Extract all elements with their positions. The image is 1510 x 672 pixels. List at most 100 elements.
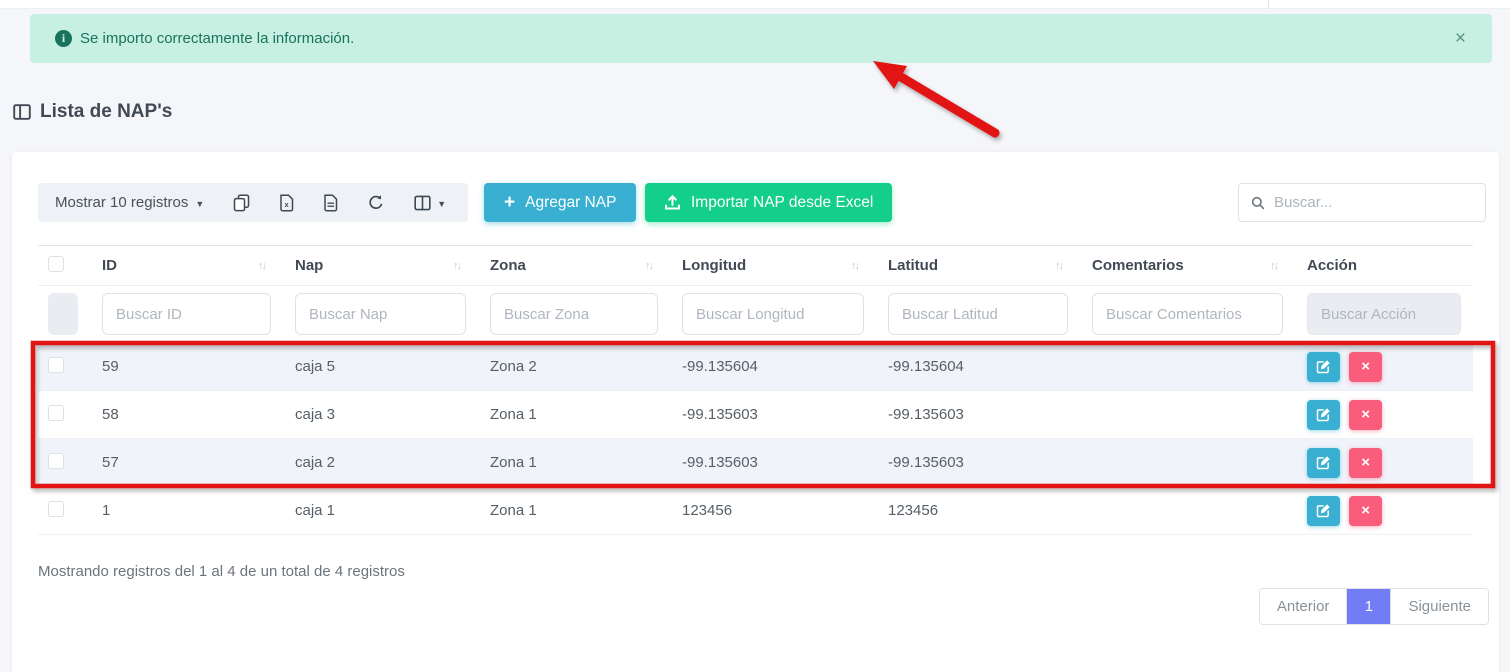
- cell-id: 57: [90, 439, 283, 487]
- cell-id: 59: [90, 343, 283, 391]
- import-nap-button[interactable]: Importar NAP desde Excel: [645, 183, 892, 222]
- column-visibility-button[interactable]: ▼: [414, 195, 446, 211]
- pagination-previous[interactable]: Anterior: [1260, 589, 1347, 624]
- search-input[interactable]: [1274, 194, 1473, 211]
- topbar-divider: [1268, 0, 1269, 9]
- column-header-id[interactable]: ID↑↓: [90, 246, 283, 286]
- delete-button[interactable]: ×: [1349, 352, 1382, 382]
- edit-pencil-icon: [1316, 407, 1331, 422]
- chevron-down-icon: ▼: [437, 199, 446, 209]
- table-row: 58 caja 3 Zona 1 -99.135603 -99.135603 ×: [38, 391, 1473, 439]
- table-row: 59 caja 5 Zona 2 -99.135604 -99.135604 ×: [38, 343, 1473, 391]
- edit-button[interactable]: [1307, 496, 1340, 526]
- cell-nap: caja 1: [283, 487, 478, 535]
- add-nap-button[interactable]: + Agregar NAP: [484, 183, 636, 222]
- cell-zona: Zona 1: [478, 391, 670, 439]
- filter-comentarios-input[interactable]: [1092, 293, 1283, 335]
- cell-comentarios: [1080, 439, 1295, 487]
- edit-button[interactable]: [1307, 400, 1340, 430]
- cell-comentarios: [1080, 487, 1295, 535]
- cell-id: 1: [90, 487, 283, 535]
- cell-nap: caja 2: [283, 439, 478, 487]
- filter-accion-input: [1307, 293, 1461, 335]
- select-all-checkbox[interactable]: [48, 256, 64, 272]
- table-header-row: ID↑↓ Nap↑↓ Zona↑↓ Longitud↑↓ Latitud↑↓ C…: [38, 246, 1473, 286]
- success-alert: i Se importo correctamente la informació…: [30, 14, 1492, 63]
- column-header-longitud[interactable]: Longitud↑↓: [670, 246, 876, 286]
- page-title: Lista de NAP's: [13, 101, 172, 123]
- cell-latitud: -99.135603: [876, 439, 1080, 487]
- column-header-nap[interactable]: Nap↑↓: [283, 246, 478, 286]
- plus-icon: +: [504, 193, 515, 212]
- table-filter-row: [38, 286, 1473, 343]
- x-icon: ×: [1361, 406, 1370, 423]
- cell-zona: Zona 1: [478, 439, 670, 487]
- show-entries-label: Mostrar 10 registros: [55, 194, 188, 211]
- filter-latitud-input[interactable]: [888, 293, 1068, 335]
- cell-zona: Zona 1: [478, 487, 670, 535]
- x-icon: ×: [1361, 358, 1370, 375]
- filter-longitud-input[interactable]: [682, 293, 864, 335]
- sort-icon: ↑↓: [453, 260, 466, 272]
- datatable-toolbar: Mostrar 10 registros ▼ x: [38, 183, 468, 222]
- pagination-page-1[interactable]: 1: [1346, 589, 1390, 624]
- cell-zona: Zona 2: [478, 343, 670, 391]
- alert-close-button[interactable]: ×: [1451, 27, 1470, 50]
- export-excel-button[interactable]: x: [279, 194, 294, 212]
- nap-table: ID↑↓ Nap↑↓ Zona↑↓ Longitud↑↓ Latitud↑↓ C…: [38, 245, 1473, 535]
- nap-table-card: Mostrar 10 registros ▼ x: [12, 152, 1499, 672]
- column-header-latitud[interactable]: Latitud↑↓: [876, 246, 1080, 286]
- filter-id-input[interactable]: [102, 293, 271, 335]
- alert-message: Se importo correctamente la información.: [80, 30, 354, 47]
- copy-button[interactable]: [233, 194, 250, 212]
- table-info: Mostrando registros del 1 al 4 de un tot…: [38, 563, 405, 580]
- sort-icon: ↑↓: [1055, 260, 1068, 272]
- edit-pencil-icon: [1316, 359, 1331, 374]
- refresh-button[interactable]: [367, 194, 385, 212]
- pagination-next[interactable]: Siguiente: [1390, 589, 1488, 624]
- table-row: 57 caja 2 Zona 1 -99.135603 -99.135603 ×: [38, 439, 1473, 487]
- cell-latitud: 123456: [876, 487, 1080, 535]
- row-checkbox[interactable]: [48, 501, 64, 517]
- upload-icon: [664, 194, 681, 211]
- cell-comentarios: [1080, 391, 1295, 439]
- row-checkbox[interactable]: [48, 453, 64, 469]
- cell-latitud: -99.135603: [876, 391, 1080, 439]
- excel-file-icon: x: [279, 194, 294, 212]
- edit-button[interactable]: [1307, 448, 1340, 478]
- delete-button[interactable]: ×: [1349, 448, 1382, 478]
- info-icon: i: [55, 30, 72, 47]
- copy-icon: [233, 194, 250, 212]
- x-icon: ×: [1361, 502, 1370, 519]
- table-search: [1238, 183, 1486, 222]
- column-visibility-icon: [414, 195, 431, 211]
- cell-latitud: -99.135604: [876, 343, 1080, 391]
- show-entries-dropdown[interactable]: Mostrar 10 registros ▼: [55, 194, 204, 211]
- column-header-comentarios[interactable]: Comentarios↑↓: [1080, 246, 1295, 286]
- annotation-arrow-shaft: [901, 77, 995, 133]
- sort-icon: ↑↓: [258, 260, 271, 272]
- row-checkbox[interactable]: [48, 405, 64, 421]
- text-file-icon: [323, 194, 338, 212]
- edit-pencil-icon: [1316, 455, 1331, 470]
- edit-pencil-icon: [1316, 503, 1331, 518]
- cell-longitud: -99.135603: [670, 439, 876, 487]
- x-icon: ×: [1361, 454, 1370, 471]
- delete-button[interactable]: ×: [1349, 400, 1382, 430]
- filter-nap-input[interactable]: [295, 293, 466, 335]
- edit-button[interactable]: [1307, 352, 1340, 382]
- cell-comentarios: [1080, 343, 1295, 391]
- topbar-remnant: [0, 0, 1510, 9]
- filter-checkbox-placeholder: [48, 293, 78, 335]
- sort-icon: ↑↓: [851, 260, 864, 272]
- filter-zona-input[interactable]: [490, 293, 658, 335]
- cell-longitud: -99.135604: [670, 343, 876, 391]
- export-file-button[interactable]: [323, 194, 338, 212]
- cell-nap: caja 3: [283, 391, 478, 439]
- search-icon: [1251, 195, 1265, 211]
- annotation-arrow-head: [873, 61, 907, 89]
- delete-button[interactable]: ×: [1349, 496, 1382, 526]
- row-checkbox[interactable]: [48, 357, 64, 373]
- column-header-zona[interactable]: Zona↑↓: [478, 246, 670, 286]
- cell-longitud: 123456: [670, 487, 876, 535]
